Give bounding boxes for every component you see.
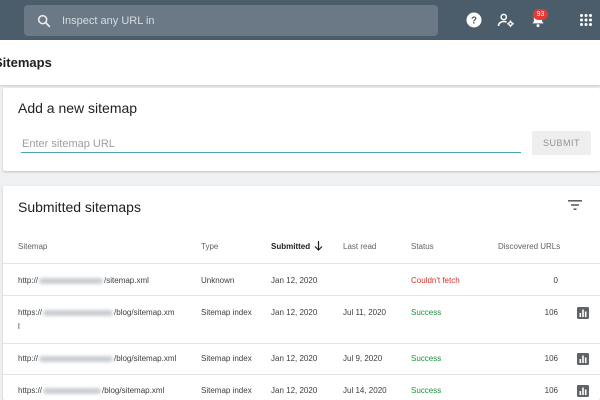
add-sitemap-card: Add a new sitemap SUBMIT [3,88,600,171]
bar-chart-icon[interactable] [577,385,589,397]
apps-grid-icon[interactable] [577,11,595,29]
column-header-discovered-urls[interactable]: Discovered URLs [498,242,560,251]
search-input[interactable] [62,5,422,36]
redacted-domain [39,277,104,284]
status-label: Success [411,386,442,395]
discovered-urls-count: 0 [553,276,558,285]
submitted-date: Jan 12, 2020 [271,354,318,363]
svg-text:?: ? [471,15,477,26]
last-read-date: Jul 11, 2020 [343,308,386,317]
status-label: Success [411,354,442,363]
redacted-domain [39,355,114,362]
filter-icon[interactable] [568,199,582,211]
url-prefix: http:// [18,354,39,363]
url-prefix: http:// [18,276,39,285]
submitted-sitemaps-card: Submitted sitemaps Sitemap Type Submitte… [3,186,600,400]
column-header-submitted[interactable]: Submitted [271,242,310,251]
column-header-last-read[interactable]: Last read [343,242,376,251]
sitemap-type: Sitemap index [201,386,252,395]
last-read-date: Jul 9, 2020 [343,354,383,363]
url-path: /blog/sitemap.xml [102,386,165,395]
bar-chart-icon[interactable] [577,307,589,319]
url-path: /sitemap.xml [104,276,149,285]
column-header-status[interactable]: Status [411,242,434,251]
sitemap-type: Sitemap index [201,308,252,317]
bar-chart-icon[interactable] [577,353,589,365]
row-divider [3,295,600,296]
sitemap-url[interactable]: http:// /blog/sitemap.xml [18,354,176,363]
column-header-type[interactable]: Type [201,242,218,251]
row-divider [3,343,600,344]
notification-count-badge: 93 [533,9,548,20]
submitted-date: Jan 12, 2020 [271,386,318,395]
url-path: /blog/sitemap.xm [114,308,175,317]
arrow-down-icon[interactable] [314,240,323,251]
status-label: Success [411,308,442,317]
sitemap-type: Sitemap index [201,354,252,363]
row-divider [3,374,600,375]
help-icon[interactable]: ? [465,11,483,29]
url-prefix: https:// [18,308,43,317]
redacted-domain [43,387,102,394]
redacted-domain [43,309,114,316]
sitemap-url-input[interactable] [21,135,521,153]
discovered-urls-count: 106 [544,308,558,317]
manage-accounts-icon[interactable] [497,11,515,29]
last-read-date: Jul 14, 2020 [343,386,387,395]
status-label: Couldn't fetch [411,276,460,285]
discovered-urls-count: 106 [544,386,558,395]
sitemap-url[interactable]: https:// /blog/sitemap.xm [18,308,174,317]
column-header-sitemap[interactable]: Sitemap [18,242,47,251]
sitemap-url-wrap: l [18,322,20,331]
sitemap-url[interactable]: http:// /sitemap.xml [18,276,149,285]
submitted-date: Jan 12, 2020 [271,308,318,317]
sitemap-type: Unknown [201,276,235,285]
header-divider [3,263,600,264]
add-sitemap-title: Add a new sitemap [18,100,138,116]
submitted-sitemaps-title: Submitted sitemaps [18,199,141,215]
url-inspection-search[interactable] [24,5,438,36]
discovered-urls-count: 106 [544,354,558,363]
url-prefix: https:// [18,386,43,395]
sitemap-url[interactable]: https:// /blog/sitemap.xml [18,386,164,395]
submit-button[interactable]: SUBMIT [532,131,591,155]
page-title: Sitemaps [0,55,52,70]
search-icon [37,14,51,28]
submitted-date: Jan 12, 2020 [271,276,318,285]
url-path: /blog/sitemap.xml [114,354,177,363]
page-header: Sitemaps [0,40,600,85]
top-app-bar: ? 93 [0,0,600,40]
